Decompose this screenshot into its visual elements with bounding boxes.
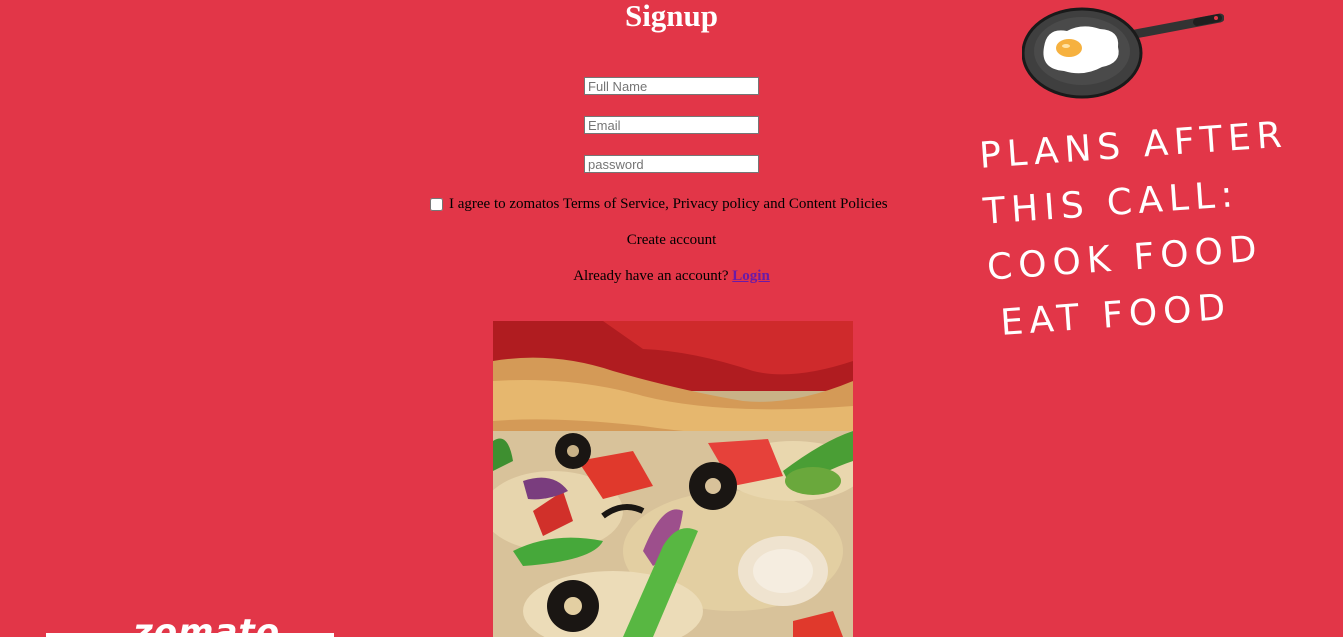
frying-pan-egg-image xyxy=(1021,5,1225,101)
terms-label: I agree to zomatos Terms of Service, Pri… xyxy=(449,196,888,212)
password-input[interactable] xyxy=(584,155,759,173)
pizza-image xyxy=(493,321,853,637)
email-input[interactable] xyxy=(584,116,759,134)
terms-checkbox[interactable] xyxy=(430,197,443,211)
full-name-input[interactable] xyxy=(584,77,759,95)
login-link[interactable]: Login xyxy=(732,268,770,284)
login-prompt-text: Already have an account? xyxy=(573,268,729,284)
plans-poster-text: PLANS AFTER THIS CALL: COOK FOOD EAT FOO… xyxy=(977,112,1289,353)
footer-divider xyxy=(46,633,334,637)
terms-agreement: I agree to zomatos Terms of Service, Pri… xyxy=(430,194,888,214)
